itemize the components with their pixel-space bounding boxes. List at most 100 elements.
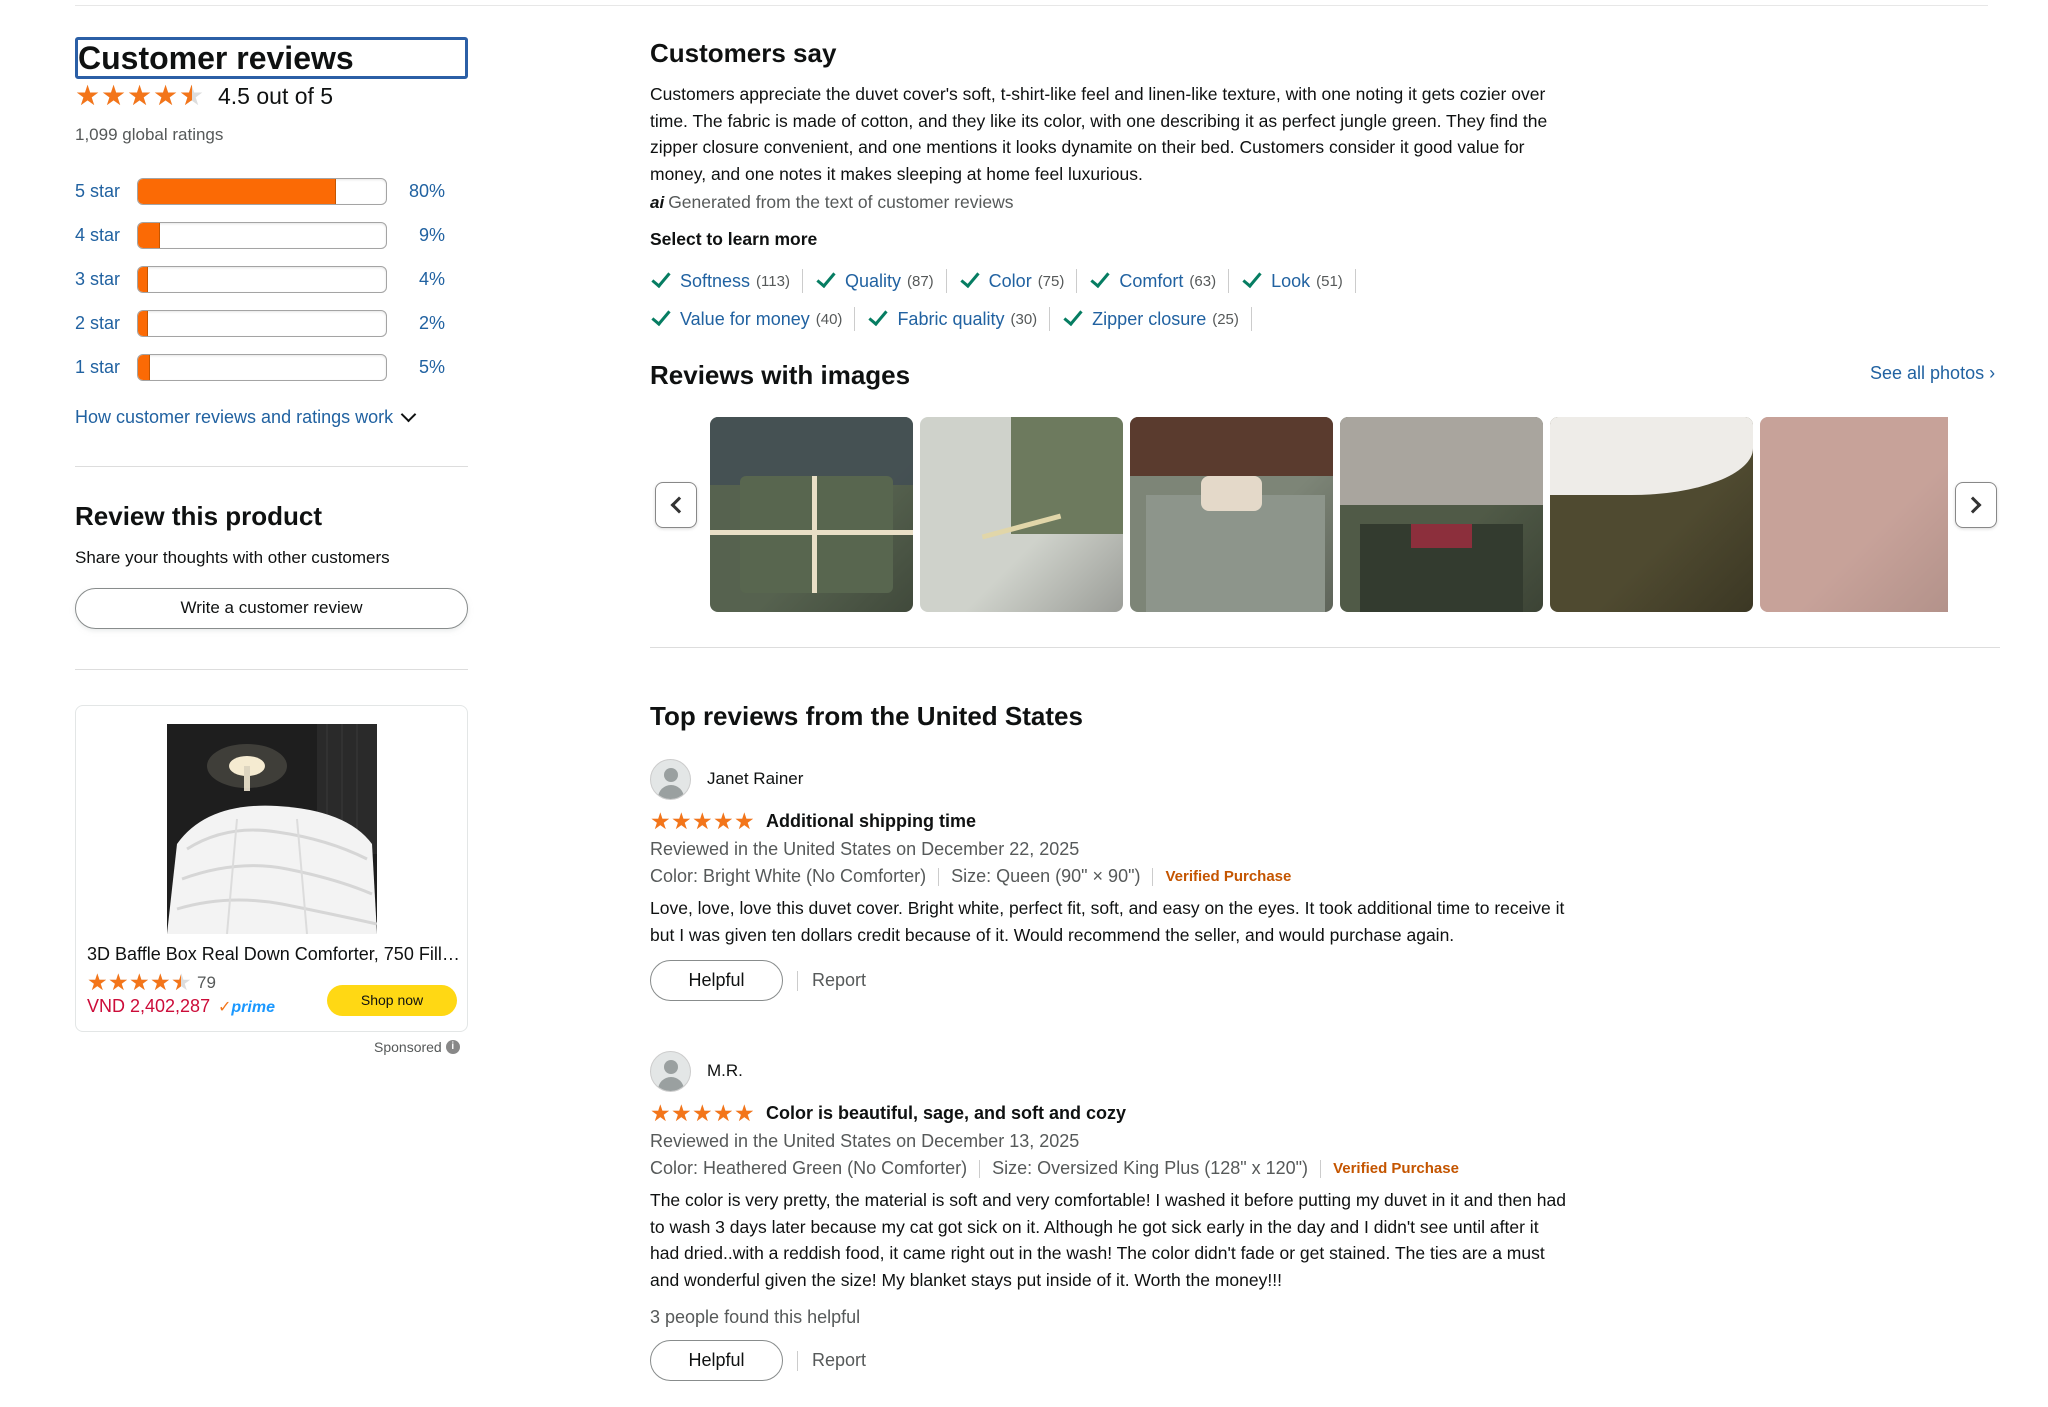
- aspect-label[interactable]: Look: [1271, 271, 1310, 292]
- histogram-row-1-star[interactable]: 1 star 5%: [75, 345, 468, 389]
- aspect-label[interactable]: Zipper closure: [1092, 309, 1206, 330]
- variant-size[interactable]: Size: Oversized King Plus (128" x 120"): [992, 1158, 1308, 1179]
- aspect-fabric-quality[interactable]: Fabric quality (30): [867, 305, 1051, 331]
- histogram-bar[interactable]: [137, 177, 387, 205]
- aspect-comfort[interactable]: Comfort (63): [1089, 267, 1230, 293]
- aspect-label[interactable]: Fabric quality: [897, 309, 1004, 330]
- olive-sherpa-photo[interactable]: [1550, 417, 1753, 612]
- folded-green-duvet-photo[interactable]: [710, 417, 913, 612]
- write-review-button[interactable]: Write a customer review: [75, 588, 468, 629]
- aspect-value-for-money[interactable]: Value for money (40): [650, 305, 856, 331]
- variant-color[interactable]: Color: Bright White (No Comforter): [650, 866, 926, 887]
- review-title[interactable]: Additional shipping time: [766, 811, 976, 832]
- divider: [75, 466, 468, 467]
- star-icon: ★★: [127, 80, 153, 111]
- avatar[interactable]: [650, 1050, 691, 1092]
- carousel-prev-button[interactable]: [655, 482, 697, 528]
- aspect-label[interactable]: Comfort: [1119, 271, 1183, 292]
- see-all-photos-link[interactable]: See all photos ›: [1870, 363, 1995, 384]
- star-icon: ★★: [75, 80, 101, 111]
- aspect-label[interactable]: Value for money: [680, 309, 810, 330]
- helpful-button[interactable]: Helpful: [650, 960, 783, 1001]
- histogram-label[interactable]: 1 star: [75, 357, 137, 378]
- shop-now-button[interactable]: Shop now: [327, 985, 457, 1016]
- histogram-row-3-star[interactable]: 3 star 4%: [75, 257, 468, 301]
- bedroom-dark-green-photo[interactable]: [1340, 417, 1543, 612]
- review-stars-icon[interactable]: ★ ★ ★ ★ ★ ★ ★ ★ ★ ★: [650, 808, 755, 834]
- verified-purchase-badge: Verified Purchase: [1333, 1160, 1459, 1177]
- avatar[interactable]: [650, 758, 691, 800]
- aspect-color[interactable]: Color (75): [959, 267, 1078, 293]
- aspect-label[interactable]: Quality: [845, 271, 901, 292]
- how-reviews-work-label[interactable]: How customer reviews and ratings work: [75, 407, 393, 428]
- aspect-zipper-closure[interactable]: Zipper closure (25): [1062, 305, 1252, 331]
- helpful-button[interactable]: Helpful: [650, 1340, 783, 1381]
- histogram-bar[interactable]: [137, 221, 387, 249]
- histogram-label[interactable]: 2 star: [75, 313, 137, 334]
- histogram-label[interactable]: 3 star: [75, 269, 137, 290]
- variant-color[interactable]: Color: Heathered Green (No Comforter): [650, 1158, 967, 1179]
- bed-green-cover-photo[interactable]: [1130, 417, 1333, 612]
- histogram-percent[interactable]: 4%: [387, 269, 445, 290]
- report-link[interactable]: Report: [812, 1350, 866, 1371]
- review-item: Janet Rainer ★ ★ ★ ★ ★ ★ ★ ★ ★ ★ Additional shipp…: [650, 758, 1570, 1001]
- separator: [979, 1159, 981, 1178]
- review-product-heading: Review this product: [75, 501, 323, 531]
- histogram-percent[interactable]: 5%: [387, 357, 445, 378]
- white-fabric-ties-photo[interactable]: [920, 417, 1123, 612]
- average-rating-row[interactable]: ★★★★★★★★★★ 4.5 out of 5: [75, 81, 468, 111]
- reviewer-profile[interactable]: M.R.: [650, 1050, 1570, 1092]
- review-item: M.R. ★ ★ ★ ★ ★ ★ ★ ★ ★ ★ Color is beautiful, sage…: [650, 1050, 1570, 1381]
- histogram-percent[interactable]: 9%: [387, 225, 445, 246]
- review-stars-icon[interactable]: ★ ★ ★ ★ ★ ★ ★ ★ ★ ★: [650, 1102, 755, 1125]
- review-title[interactable]: Color is beautiful, sage, and soft and c…: [766, 1103, 1126, 1124]
- histogram-percent[interactable]: 80%: [387, 181, 445, 202]
- aspect-count: (63): [1189, 272, 1217, 290]
- how-reviews-work-link[interactable]: How customer reviews and ratings work: [75, 406, 468, 428]
- aspect-quality[interactable]: Quality (87): [815, 267, 947, 293]
- sponsored-ad-card[interactable]: 3D Baffle Box Real Down Comforter, 750 F…: [75, 705, 468, 1032]
- ad-product-title[interactable]: 3D Baffle Box Real Down Comforter, 750 F…: [87, 944, 462, 965]
- reviewer-name[interactable]: Janet Rainer: [707, 769, 803, 789]
- histogram-bar-fill: [138, 178, 337, 204]
- report-link[interactable]: Report: [812, 970, 866, 991]
- review-actions: Helpful Report: [650, 960, 1570, 1001]
- variant-size[interactable]: Size: Queen (90" × 90"): [951, 866, 1140, 887]
- info-icon[interactable]: i: [445, 1040, 460, 1054]
- histogram-label[interactable]: 5 star: [75, 181, 137, 202]
- checkmark-icon: [960, 267, 980, 289]
- aspect-count: (113): [756, 272, 790, 290]
- histogram-row-5-star[interactable]: 5 star 80%: [75, 169, 468, 213]
- aspect-count: (87): [906, 272, 934, 290]
- aspect-look[interactable]: Look (51): [1241, 267, 1356, 293]
- chevron-down-icon[interactable]: [400, 406, 417, 423]
- review-title-row: ★ ★ ★ ★ ★ ★ ★ ★ ★ ★ Color is beautiful, sage, and…: [650, 1102, 1570, 1125]
- ad-rating[interactable]: ★★★★★★★★★★ 79: [87, 971, 216, 994]
- star-icon: ★★: [692, 808, 713, 834]
- aspect-label[interactable]: Color: [989, 271, 1032, 292]
- histogram-bar[interactable]: [137, 353, 387, 381]
- star-icon: ★★: [671, 808, 692, 834]
- pink-fabric-photo[interactable]: [1760, 417, 1948, 612]
- aspect-count: (51): [1316, 272, 1343, 290]
- comforter-product-image[interactable]: [167, 724, 377, 934]
- histogram-row-4-star[interactable]: 4 star 9%: [75, 213, 468, 257]
- histogram-label[interactable]: 4 star: [75, 225, 137, 246]
- reviewer-name[interactable]: M.R.: [707, 1061, 743, 1081]
- sponsored-label[interactable]: Sponsored i: [374, 1039, 460, 1055]
- prime-logo-icon: ✓prime: [218, 999, 275, 1016]
- ad-rating-count[interactable]: 79: [197, 973, 216, 993]
- carousel-next-button[interactable]: [1955, 482, 1997, 528]
- divider: [75, 669, 468, 670]
- histogram-row-2-star[interactable]: 2 star 2%: [75, 301, 468, 345]
- star-icon: ★★: [101, 80, 127, 111]
- ai-icon: ai: [650, 192, 665, 212]
- star-icon: ★★: [171, 969, 192, 995]
- review-date: Reviewed in the United States on Decembe…: [650, 839, 1080, 859]
- aspect-label[interactable]: Softness: [680, 271, 750, 292]
- histogram-bar[interactable]: [137, 265, 387, 293]
- aspect-softness[interactable]: Softness (113): [650, 267, 803, 293]
- histogram-bar[interactable]: [137, 309, 387, 337]
- histogram-percent[interactable]: 2%: [387, 313, 445, 334]
- reviewer-profile[interactable]: Janet Rainer: [650, 758, 1570, 800]
